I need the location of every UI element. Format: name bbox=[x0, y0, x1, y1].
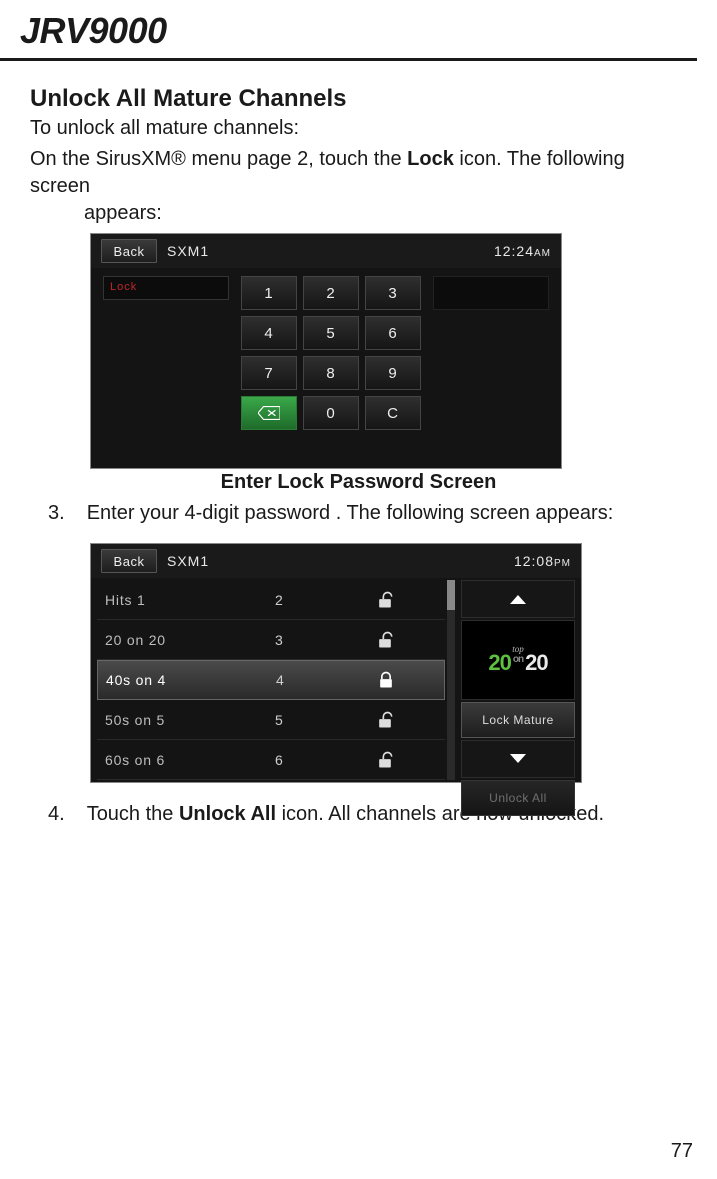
screenshot-channel-list: Back SXM1 12:08PM Hits 1 2 20 on 20 3 bbox=[90, 543, 582, 783]
key-8[interactable]: 8 bbox=[303, 356, 359, 390]
source-label: SXM1 bbox=[167, 553, 209, 569]
list-item[interactable]: 50s on 5 5 bbox=[97, 700, 445, 740]
lock-cell[interactable] bbox=[366, 670, 406, 690]
list-item[interactable]: Hits 1 2 bbox=[97, 580, 445, 620]
key-5[interactable]: 5 bbox=[303, 316, 359, 350]
step-number: 3. bbox=[48, 500, 65, 527]
unlock-all-word: Unlock All bbox=[179, 803, 276, 825]
lock-icon bbox=[376, 670, 396, 690]
clock-ampm: PM bbox=[554, 558, 571, 569]
caption-keypad: Enter Lock Password Screen bbox=[30, 471, 687, 494]
key-1[interactable]: 1 bbox=[241, 276, 297, 310]
channel-number: 4 bbox=[276, 672, 366, 688]
key-7[interactable]: 7 bbox=[241, 356, 297, 390]
clock: 12:24AM bbox=[494, 243, 551, 259]
page-title: JRV9000 bbox=[0, 0, 697, 61]
right-column: top 20on20 Lock Mature Unlock All bbox=[461, 580, 575, 816]
channel-name: 20 on 20 bbox=[105, 632, 275, 648]
channel-name: Hits 1 bbox=[105, 592, 275, 608]
step-text: Enter your 4-digit password . The follow… bbox=[87, 500, 687, 527]
channel-name: 40s on 4 bbox=[106, 672, 276, 688]
back-button[interactable]: Back bbox=[101, 239, 157, 263]
key-3[interactable]: 3 bbox=[365, 276, 421, 310]
password-display: Lock bbox=[103, 276, 229, 300]
step-main: On the SirusXM® menu page 2, touch the L… bbox=[30, 146, 687, 227]
lock-mature-button[interactable]: Lock Mature bbox=[461, 702, 575, 738]
clock: 12:08PM bbox=[514, 553, 571, 569]
logo-left: 20 bbox=[488, 650, 510, 675]
channel-logo: top 20on20 bbox=[461, 620, 575, 700]
topbar: Back SXM1 12:24AM bbox=[91, 234, 561, 268]
key-clear[interactable]: C bbox=[365, 396, 421, 430]
key-0[interactable]: 0 bbox=[303, 396, 359, 430]
chevron-up-icon bbox=[509, 593, 527, 605]
scroll-up-button[interactable] bbox=[461, 580, 575, 618]
step-text: Touch the Unlock All icon. All channels … bbox=[87, 801, 687, 828]
keypad: 1 2 3 4 5 6 7 8 9 0 C bbox=[241, 276, 421, 430]
backspace-icon bbox=[258, 406, 280, 420]
back-button[interactable]: Back bbox=[101, 549, 157, 573]
key-4[interactable]: 4 bbox=[241, 316, 297, 350]
logo-right: 20 bbox=[525, 650, 547, 675]
channel-number: 6 bbox=[275, 752, 365, 768]
lock-cell[interactable] bbox=[365, 750, 405, 770]
clock-time: 12:24 bbox=[494, 243, 534, 259]
key-9[interactable]: 9 bbox=[365, 356, 421, 390]
lock-word: Lock bbox=[407, 148, 454, 170]
lock-cell[interactable] bbox=[365, 590, 405, 610]
list-item-selected[interactable]: 40s on 4 4 bbox=[97, 660, 445, 700]
source-label: SXM1 bbox=[167, 243, 209, 259]
key-2[interactable]: 2 bbox=[303, 276, 359, 310]
channel-number: 5 bbox=[275, 712, 365, 728]
clock-time: 12:08 bbox=[514, 553, 554, 569]
chevron-down-icon bbox=[509, 753, 527, 765]
logo-sep: on bbox=[513, 654, 523, 665]
step-text: On the SirusXM® menu page 2, touch the bbox=[30, 148, 407, 170]
key-backspace[interactable] bbox=[241, 396, 297, 430]
step-4: 4. Touch the Unlock All icon. All channe… bbox=[40, 801, 687, 828]
topbar: Back SXM1 12:08PM bbox=[91, 544, 581, 578]
lock-cell[interactable] bbox=[365, 630, 405, 650]
lock-cell[interactable] bbox=[365, 710, 405, 730]
section-heading: Unlock All Mature Channels bbox=[30, 85, 687, 113]
scroll-down-button[interactable] bbox=[461, 740, 575, 778]
scrollbar[interactable] bbox=[447, 580, 455, 780]
channel-number: 3 bbox=[275, 632, 365, 648]
channel-list[interactable]: Hits 1 2 20 on 20 3 40s on 4 4 bbox=[97, 580, 445, 780]
clock-ampm: AM bbox=[534, 248, 551, 259]
unlock-icon bbox=[375, 750, 395, 770]
scroll-thumb[interactable] bbox=[447, 580, 455, 610]
logo-main: 20on20 bbox=[488, 650, 547, 676]
unlock-icon bbox=[375, 590, 395, 610]
key-6[interactable]: 6 bbox=[365, 316, 421, 350]
step-text-cont: appears: bbox=[84, 200, 687, 227]
list-item[interactable]: 60s on 6 6 bbox=[97, 740, 445, 780]
screenshot-keypad: Back SXM1 12:24AM Lock 1 2 3 4 5 6 7 8 9 bbox=[90, 233, 562, 469]
channel-name: 50s on 5 bbox=[105, 712, 275, 728]
unlock-icon bbox=[375, 710, 395, 730]
page-number: 77 bbox=[671, 1140, 693, 1163]
channel-number: 2 bbox=[275, 592, 365, 608]
enter-area[interactable] bbox=[433, 276, 549, 310]
step-text-a: Touch the bbox=[87, 803, 179, 825]
list-item[interactable]: 20 on 20 3 bbox=[97, 620, 445, 660]
step-3: 3. Enter your 4-digit password . The fol… bbox=[40, 500, 687, 527]
channel-name: 60s on 6 bbox=[105, 752, 275, 768]
unlock-all-button[interactable]: Unlock All bbox=[461, 780, 575, 816]
intro-text: To unlock all mature channels: bbox=[30, 117, 687, 140]
step-number: 4. bbox=[48, 801, 65, 828]
unlock-icon bbox=[375, 630, 395, 650]
